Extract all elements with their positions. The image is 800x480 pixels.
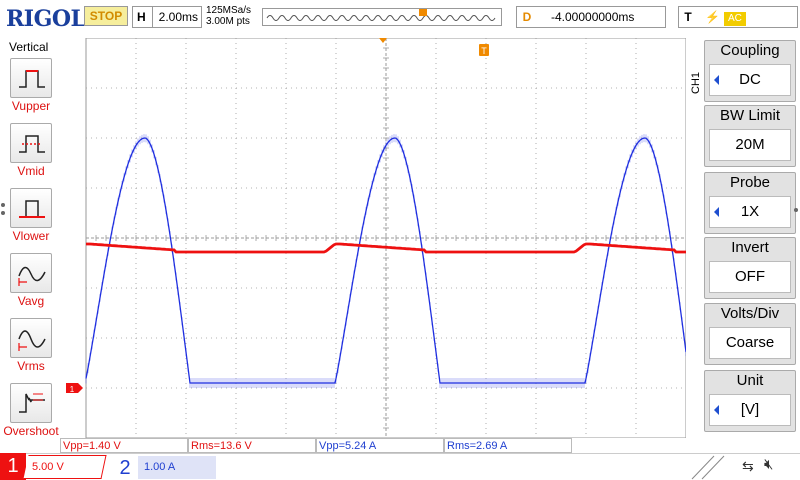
measurement-text: Vpp=1.40 V <box>63 440 121 452</box>
vavg-button[interactable] <box>10 253 52 293</box>
run-stop-status[interactable]: STOP <box>84 6 128 26</box>
trigger-marker-text: T <box>481 46 487 56</box>
vrms-label: Vrms <box>17 359 45 373</box>
vlower-button[interactable] <box>10 188 52 228</box>
vupper-button[interactable] <box>10 58 52 98</box>
trigger-source: AC <box>723 12 746 26</box>
bw-limit-value: 20M <box>709 129 791 161</box>
memory-waveform-icon <box>266 9 496 21</box>
waveform-display[interactable]: T 1 <box>62 38 686 438</box>
timebase-value: 2.00ms <box>158 10 199 24</box>
invert-menu[interactable]: Invert OFF <box>704 237 796 299</box>
horizontal-timebase[interactable]: H 2.00ms <box>132 6 202 28</box>
vmid-label: Vmid <box>17 164 45 178</box>
vupper-icon <box>19 70 45 88</box>
delay-label: D <box>522 10 532 24</box>
measurement-text: Rms=2.69 A <box>447 440 508 452</box>
arrow-left-icon <box>714 75 719 85</box>
speaker-mute-icon[interactable]: 🔇︎ <box>764 456 773 473</box>
ch1-scale: 5.00 V <box>32 461 64 473</box>
trigger-slope-icon: ⚡ <box>705 10 720 24</box>
timebase-label: H <box>133 7 153 27</box>
probe-value: 1X <box>709 196 791 228</box>
vrms-button[interactable] <box>10 318 52 358</box>
right-page-dot <box>794 208 798 212</box>
bw-limit-menu[interactable]: BW Limit 20M <box>704 105 796 167</box>
memory-trigger-marker <box>419 9 427 16</box>
vavg-label: Vavg <box>17 294 45 308</box>
ch1-ground-marker: 1 <box>66 383 83 394</box>
vrms-icon <box>18 330 46 351</box>
ch2-scale: 1.00 A <box>144 461 176 473</box>
measurement-text: Vpp=5.24 A <box>319 440 377 452</box>
left-page-dot <box>1 211 5 215</box>
trigger-position-marker: T <box>479 44 489 56</box>
channel-tag: CH1 <box>690 71 702 94</box>
measurement-ch1-vpp[interactable]: Vpp=1.40 V <box>60 438 188 453</box>
unit-value: [V] <box>709 394 791 426</box>
measurement-ch1-rms[interactable]: Rms=13.6 V <box>188 438 316 453</box>
vmid-button[interactable] <box>10 123 52 163</box>
ch2-scale-box[interactable]: 1.00 A <box>138 456 216 479</box>
ch2-button[interactable]: 2 <box>112 456 138 480</box>
ch1-scale-box[interactable]: 5.00 V <box>23 455 107 479</box>
vavg-icon <box>18 266 46 286</box>
overshoot-button[interactable] <box>10 383 52 423</box>
graticule <box>85 38 686 438</box>
arrow-left-icon <box>714 207 719 217</box>
top-status-bar: RIGOL STOP H 2.00ms 125MSa/s 3.00M pts D -… <box>0 0 800 38</box>
bw-limit-title: BW Limit <box>720 107 780 124</box>
trigger-display[interactable]: T ⚡ AC <box>678 6 798 28</box>
coupling-value-text: DC <box>739 71 761 88</box>
sample-rate: 125MSa/s <box>206 5 252 16</box>
overshoot-label: Overshoot <box>3 424 59 438</box>
usb-icon: ⇆ <box>742 458 754 474</box>
measure-menu-panel: Vertical Vupper Vmid Vlower Vavg Vrms Ov… <box>0 38 62 438</box>
vlower-label: Vlower <box>12 229 50 243</box>
coupling-menu[interactable]: Coupling DC <box>704 40 796 102</box>
memory-overview-strip[interactable] <box>262 8 502 26</box>
acquisition-info: 125MSa/s 3.00M pts <box>206 5 251 27</box>
volts-div-title: Volts/Div <box>720 305 780 322</box>
unit-title: Unit <box>736 372 764 389</box>
delay-display[interactable]: D -4.00000000ms <box>516 6 666 28</box>
status-divider-icon <box>691 455 725 480</box>
probe-value-text: 1X <box>740 203 760 220</box>
vupper-label: Vupper <box>11 99 51 113</box>
overshoot-icon <box>19 393 45 413</box>
measurement-text: Rms=13.6 V <box>191 440 252 452</box>
rigol-logo: RIGOL <box>6 6 86 32</box>
logo-text: RIGOL <box>6 6 86 32</box>
volts-div-value: Coarse <box>709 327 791 359</box>
vlower-icon <box>19 200 45 218</box>
memory-depth: 3.00M pts <box>206 16 250 27</box>
trigger-label: T <box>684 10 692 24</box>
delay-value: -4.00000000ms <box>551 10 635 24</box>
ch1-button[interactable]: 1 <box>0 453 26 480</box>
waveform-canvas: T 1 <box>66 38 686 438</box>
unit-menu[interactable]: Unit [V] <box>704 370 796 432</box>
arrow-left-icon <box>714 405 719 415</box>
invert-value: OFF <box>709 261 791 293</box>
coupling-value: DC <box>709 64 791 96</box>
measurement-ch2-vpp[interactable]: Vpp=5.24 A <box>316 438 444 453</box>
probe-title: Probe <box>729 174 771 191</box>
left-page-dot <box>1 203 5 207</box>
coupling-title: Coupling <box>720 42 780 59</box>
ch1-ground-marker-text: 1 <box>70 385 75 394</box>
vmid-icon <box>19 135 45 153</box>
measure-category-title: Vertical <box>9 40 49 54</box>
invert-title: Invert <box>731 239 769 256</box>
volts-div-menu[interactable]: Volts/Div Coarse <box>704 303 796 365</box>
measurement-ch2-rms[interactable]: Rms=2.69 A <box>444 438 572 453</box>
probe-menu[interactable]: Probe 1X <box>704 172 796 234</box>
unit-value-text: [V] <box>740 401 760 418</box>
